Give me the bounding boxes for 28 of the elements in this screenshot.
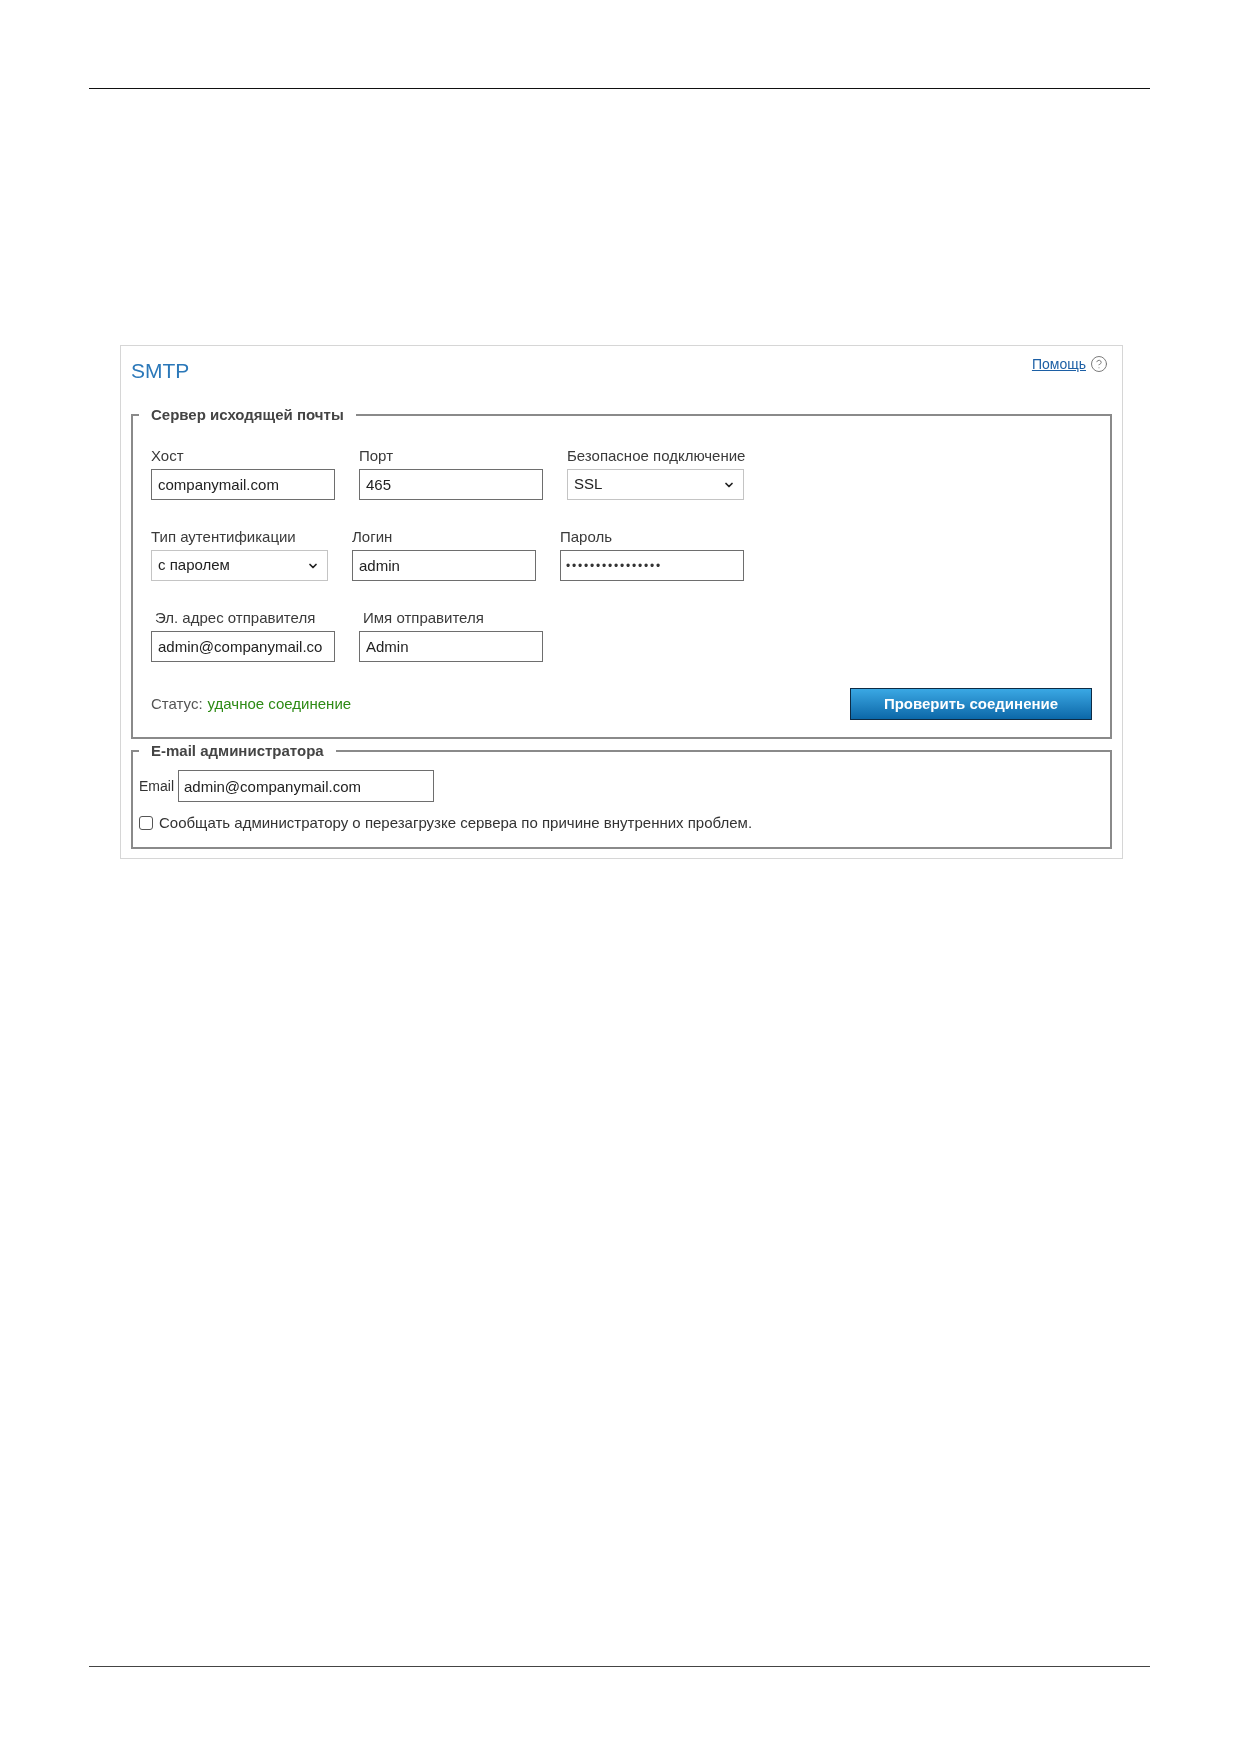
field-label: Пароль xyxy=(560,528,614,546)
checkbox-label: Сообщать администратору о перезагрузке сервера по причине внутренних проблем. xyxy=(159,814,753,832)
help-icon[interactable] xyxy=(1090,355,1108,373)
field-label: Порт xyxy=(359,447,394,465)
field-label: Имя отправителя xyxy=(362,609,485,627)
panel-title: SMTP xyxy=(131,358,190,384)
status-label: Статус: xyxy=(151,693,203,714)
password-field[interactable]: •••••••••••••••• xyxy=(560,550,744,581)
field-label: Безопасное подключение xyxy=(567,447,746,465)
status-value: удачное соединение xyxy=(207,693,352,714)
field-label: Тип аутентификации xyxy=(151,528,297,546)
text-field[interactable]: admin@companymail.co xyxy=(151,631,335,662)
text-field[interactable]: Admin xyxy=(359,631,543,662)
text-field[interactable]: companymail.com xyxy=(151,469,335,500)
field-label: Эл. адрес отправителя xyxy=(154,609,317,627)
email-field[interactable]: admin@companymail.com xyxy=(178,770,434,802)
dropdown[interactable]: SSL xyxy=(567,469,744,500)
text-field[interactable]: 465 xyxy=(359,469,543,500)
email-label: Email xyxy=(139,776,174,796)
dropdown[interactable]: с паролем xyxy=(151,550,328,581)
help-link[interactable]: Помощь xyxy=(1031,355,1086,373)
text-field[interactable]: admin xyxy=(352,550,536,581)
checkbox[interactable] xyxy=(139,816,153,830)
field-label: Хост xyxy=(151,447,185,465)
fieldset-legend: E-mail администратора xyxy=(139,741,336,761)
field-label: Логин xyxy=(352,528,394,546)
test-connection-button[interactable]: Проверить соединение xyxy=(850,688,1092,720)
fieldset-legend: Сервер исходящей почты xyxy=(139,405,356,425)
